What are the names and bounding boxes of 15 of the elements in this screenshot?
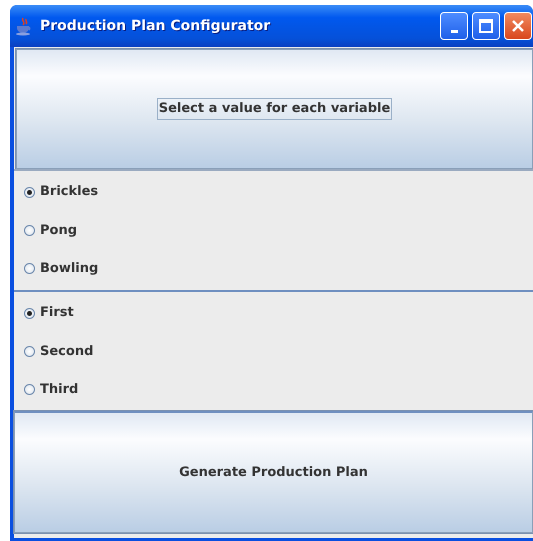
radio-option[interactable]: Brickles bbox=[24, 182, 533, 202]
close-icon bbox=[510, 18, 526, 34]
maximize-button[interactable] bbox=[472, 12, 500, 40]
window-title: Production Plan Configurator bbox=[40, 16, 270, 36]
radio-option[interactable]: Bowling bbox=[24, 259, 533, 279]
close-button[interactable] bbox=[504, 12, 532, 40]
radio-option[interactable]: First bbox=[24, 303, 533, 323]
minimize-icon bbox=[450, 30, 458, 32]
generate-button[interactable]: Generate Production Plan bbox=[14, 411, 533, 533]
radio-option[interactable]: Pong bbox=[24, 220, 533, 240]
maximize-icon bbox=[478, 18, 494, 34]
prompt-button[interactable]: Select a value for each variable bbox=[16, 49, 533, 169]
minimize-button[interactable] bbox=[440, 12, 468, 40]
radio-option[interactable]: Second bbox=[24, 342, 533, 362]
radio-option[interactable]: Third bbox=[24, 380, 533, 400]
